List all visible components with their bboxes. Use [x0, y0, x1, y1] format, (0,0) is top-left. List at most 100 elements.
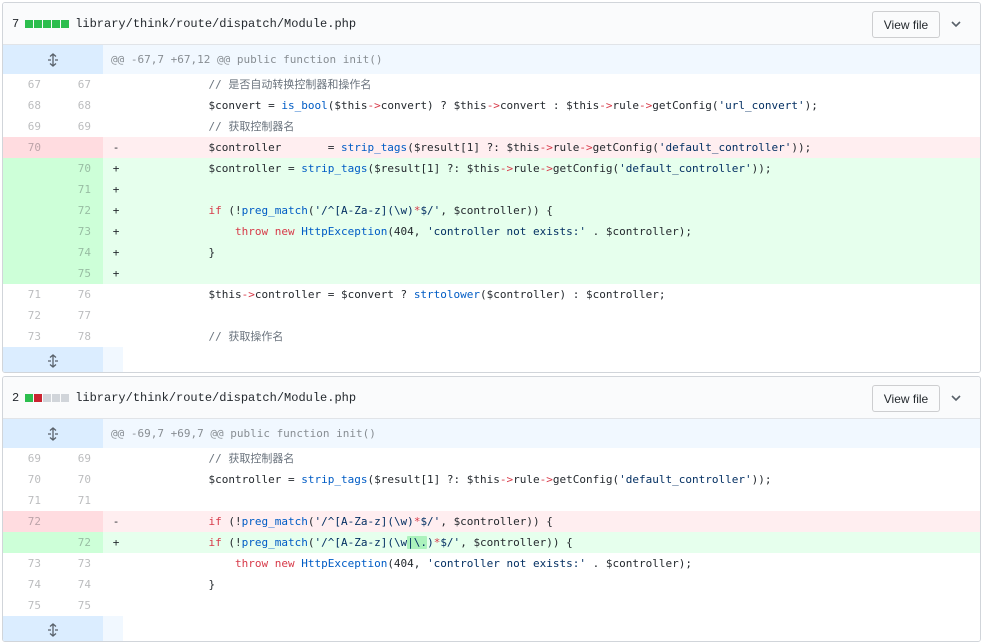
diffstat-block: [52, 393, 61, 402]
new-line-number[interactable]: 69: [53, 116, 103, 137]
new-line-number[interactable]: 71: [53, 179, 103, 200]
diff-line: 73 78 // 获取操作名: [3, 326, 980, 347]
old-line-number[interactable]: 69: [3, 116, 53, 137]
old-line-number[interactable]: 72: [3, 305, 53, 326]
code-text: // 获取控制器名: [129, 120, 295, 133]
old-line-number[interactable]: 73: [3, 553, 53, 574]
diff-marker: [103, 116, 129, 137]
diff-marker: +: [112, 267, 120, 280]
new-line-number[interactable]: 74: [53, 574, 103, 595]
footer-spacer: [103, 347, 123, 372]
file-header: 7 library/think/route/dispatch/Module.ph…: [3, 3, 980, 45]
diff-marker: [103, 305, 129, 326]
diff-line: 71 +: [3, 179, 980, 200]
diff-file: 7 library/think/route/dispatch/Module.ph…: [2, 2, 981, 373]
hunk-header: @@ -67,7 +67,12 @@ public function init(…: [3, 45, 980, 74]
unfold-icon[interactable]: [3, 45, 103, 74]
diffstat-bar: [25, 19, 70, 28]
code-text: if (!preg_match('/^[A-Za-z](\w)*$/', $co…: [208, 204, 553, 217]
new-line-number[interactable]: 75: [53, 595, 103, 616]
new-line-number[interactable]: 67: [53, 74, 103, 95]
diff-marker: +: [112, 183, 120, 196]
code-text: }: [129, 578, 216, 591]
old-line-number[interactable]: [3, 221, 53, 242]
code-text: if (!preg_match('/^[A-Za-z](\w|\.)*$/', …: [208, 536, 573, 549]
old-line-number[interactable]: 71: [3, 284, 53, 305]
diff-marker: +: [112, 246, 120, 259]
chevron-down-icon[interactable]: [949, 17, 963, 31]
diff-line: 69 69 // 获取控制器名: [3, 116, 980, 137]
code-text: $convert = is_bool($this->convert) ? $th…: [208, 99, 818, 112]
old-line-number[interactable]: [3, 200, 53, 221]
new-line-number[interactable]: 78: [53, 326, 103, 347]
old-line-number[interactable]: [3, 179, 53, 200]
diff-line: 75 +: [3, 263, 980, 284]
chevron-down-icon[interactable]: [949, 391, 963, 405]
new-line-number[interactable]: 70: [53, 469, 103, 490]
diff-line: 74 74 }: [3, 574, 980, 595]
view-file-button[interactable]: View file: [872, 385, 940, 412]
new-line-number[interactable]: 72: [53, 200, 103, 221]
diff-line: 67 67 // 是否自动转换控制器和操作名: [3, 74, 980, 95]
diff-marker: [103, 284, 129, 305]
unfold-icon[interactable]: [3, 347, 103, 372]
new-line-number[interactable]: [53, 511, 103, 532]
file-path[interactable]: library/think/route/dispatch/Module.php: [75, 17, 356, 31]
old-line-number[interactable]: [3, 263, 53, 284]
unfold-icon[interactable]: [3, 616, 103, 641]
diff-line: 69 69 // 获取控制器名: [3, 448, 980, 469]
old-line-number[interactable]: 69: [3, 448, 53, 469]
code-text: // 获取操作名: [129, 330, 284, 343]
old-line-number[interactable]: 74: [3, 574, 53, 595]
old-line-number[interactable]: 68: [3, 95, 53, 116]
old-line-number[interactable]: 72: [3, 511, 53, 532]
view-file-button[interactable]: View file: [872, 11, 940, 38]
new-line-number[interactable]: 77: [53, 305, 103, 326]
new-line-number[interactable]: 70: [53, 158, 103, 179]
diffstat-bar: [25, 393, 70, 402]
diffstat-block: [61, 19, 70, 28]
old-line-number[interactable]: 67: [3, 74, 53, 95]
new-line-number[interactable]: [53, 137, 103, 158]
diff-lines: 67 67 // 是否自动转换控制器和操作名 68 68 $convert = is_…: [3, 74, 980, 347]
old-line-number[interactable]: 70: [3, 137, 53, 158]
old-line-number[interactable]: [3, 532, 53, 553]
diff-file: 2 library/think/route/dispatch/Module.ph…: [2, 376, 981, 642]
old-line-number[interactable]: [3, 242, 53, 263]
code-text: $controller = strip_tags($result[1] ?: $…: [208, 473, 772, 486]
diff-marker: +: [112, 204, 120, 217]
file-path[interactable]: library/think/route/dispatch/Module.php: [75, 391, 356, 405]
old-line-number[interactable]: [3, 158, 53, 179]
diff-marker: [103, 95, 129, 116]
new-line-number[interactable]: 68: [53, 95, 103, 116]
new-line-number[interactable]: 73: [53, 553, 103, 574]
diff-line: 70 - $controller = strip_tags($result[1] …: [3, 137, 980, 158]
new-line-number[interactable]: 76: [53, 284, 103, 305]
new-line-number[interactable]: 71: [53, 490, 103, 511]
diff-marker: +: [112, 162, 120, 175]
diff-marker: [103, 326, 129, 347]
new-line-number[interactable]: 75: [53, 263, 103, 284]
new-line-number[interactable]: 72: [53, 532, 103, 553]
diff-marker: [103, 448, 129, 469]
diffstat-block: [25, 19, 34, 28]
unfold-icon[interactable]: [3, 419, 103, 448]
code-text: if (!preg_match('/^[A-Za-z](\w)*$/', $co…: [208, 515, 553, 528]
new-line-number[interactable]: 69: [53, 448, 103, 469]
new-line-number[interactable]: 73: [53, 221, 103, 242]
old-line-number[interactable]: 75: [3, 595, 53, 616]
changes-count: 2: [12, 390, 20, 405]
diffstat-block: [34, 393, 43, 402]
diff-marker: +: [112, 536, 120, 549]
old-line-number[interactable]: 71: [3, 490, 53, 511]
hunk-text: @@ -69,7 +69,7 @@ public function init(): [111, 427, 376, 440]
diffstat-block: [61, 393, 70, 402]
diff-line: 72 + if (!preg_match('/^[A-Za-z](\w)*$/',…: [3, 200, 980, 221]
diff-line: 73 + throw new HttpException(404, 'contro…: [3, 221, 980, 242]
old-line-number[interactable]: 73: [3, 326, 53, 347]
diff-marker: [103, 595, 129, 616]
old-line-number[interactable]: 70: [3, 469, 53, 490]
new-line-number[interactable]: 74: [53, 242, 103, 263]
